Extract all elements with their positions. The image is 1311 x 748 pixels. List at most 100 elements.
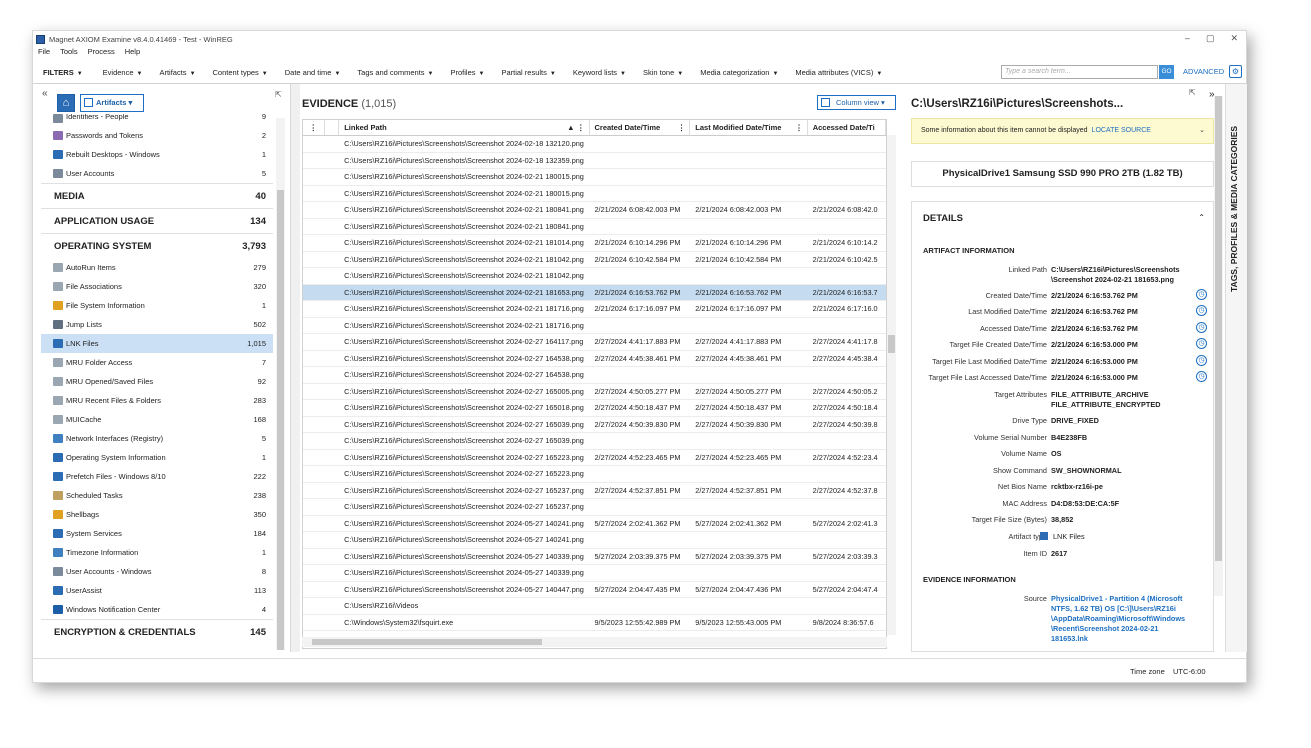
- table-row[interactable]: C:\Users\RZ16i\Pictures\Screenshots\Scre…: [303, 219, 886, 235]
- artifact-item[interactable]: LNK Files 1,015: [41, 334, 273, 353]
- sort-asc-icon[interactable]: ▲: [567, 120, 574, 135]
- artifact-item[interactable]: AutoRun Items 279: [41, 258, 273, 277]
- table-row[interactable]: C:\Users\RZ16i\Pictures\Screenshots\Scre…: [303, 186, 886, 202]
- artifact-item[interactable]: File Associations 320: [41, 277, 273, 296]
- minimize-button[interactable]: –: [1185, 33, 1190, 44]
- collapse-chevron-icon[interactable]: ⌄: [1199, 119, 1205, 143]
- table-row[interactable]: C:\Users\RZ16i\Pictures\Screenshots\Scre…: [303, 318, 886, 334]
- menu-help[interactable]: Help: [125, 47, 140, 61]
- table-row[interactable]: C:\Users\RZ16i\Pictures\Screenshots\Scre…: [303, 582, 886, 598]
- table-row[interactable]: C:\Users\RZ16i\Pictures\Screenshots\Scre…: [303, 400, 886, 417]
- table-row[interactable]: C:\Users\RZ16i\Pictures\Screenshots\Scre…: [303, 301, 886, 318]
- table-row[interactable]: C:\Windows\System32\fsquirt.exe 9/5/2023 …: [303, 615, 886, 631]
- table-row[interactable]: C:\Users\RZ16i\Pictures\Screenshots\Scre…: [303, 367, 886, 384]
- column-menu-icon[interactable]: ⋮: [577, 120, 585, 135]
- artifact-item[interactable]: Network Interfaces (Registry) 5: [41, 429, 273, 448]
- artifact-category[interactable]: MEDIA 40: [41, 183, 273, 208]
- table-row[interactable]: C:\Users\RZ16i\Pictures\Screenshots\Scre…: [303, 532, 886, 549]
- artifact-item[interactable]: MRU Folder Access 7: [41, 353, 273, 372]
- scrollbar-thumb[interactable]: [277, 190, 284, 650]
- artifacts-view-dropdown[interactable]: Artifacts ▾: [80, 94, 144, 112]
- artifact-category[interactable]: OPERATING SYSTEM 3,793: [41, 233, 273, 258]
- timezone-value[interactable]: UTC-6:00: [1173, 667, 1206, 676]
- scrollbar-thumb[interactable]: [312, 639, 542, 645]
- artifact-item[interactable]: MUICache 168: [41, 410, 273, 429]
- filter-content-types[interactable]: Content types ▼: [213, 68, 268, 77]
- artifact-category[interactable]: ENCRYPTION & CREDENTIALS 145: [41, 619, 273, 644]
- artifact-item[interactable]: Passwords and Tokens 2: [41, 126, 273, 145]
- pin-icon[interactable]: ⇱: [1189, 88, 1196, 97]
- menu-tools[interactable]: Tools: [60, 47, 78, 61]
- artifact-item[interactable]: Shellbags 350: [41, 505, 273, 524]
- table-row[interactable]: C:\Users\RZ16i\Videos: [303, 598, 886, 615]
- maximize-button[interactable]: ▢: [1206, 33, 1215, 44]
- filters-dropdown[interactable]: FILTERS ▼: [43, 68, 83, 77]
- table-row[interactable]: C:\Users\RZ16i\Pictures\Screenshots\Scre…: [303, 549, 886, 565]
- column-header-modified[interactable]: Last Modified Date/Time ⋮: [690, 120, 808, 135]
- filter-partial-results[interactable]: Partial results ▼: [501, 68, 555, 77]
- advanced-search-link[interactable]: ADVANCED: [1183, 67, 1224, 76]
- artifact-category[interactable]: APPLICATION USAGE 134: [41, 208, 273, 233]
- advanced-filter-icon[interactable]: ⚙: [1229, 65, 1242, 78]
- filter-evidence[interactable]: Evidence ▼: [103, 68, 143, 77]
- artifact-list-scrollbar[interactable]: [276, 118, 285, 650]
- column-header-linked-path[interactable]: Linked Path ▲ ⋮: [339, 120, 590, 135]
- artifact-item[interactable]: System Services 184: [41, 524, 273, 543]
- table-row[interactable]: C:\Users\RZ16i\Pictures\Screenshots\Scre…: [303, 384, 886, 400]
- artifact-item[interactable]: Operating System Information 1: [41, 448, 273, 467]
- search-input[interactable]: Type a search term...: [1001, 65, 1158, 79]
- artifact-item[interactable]: Jump Lists 502: [41, 315, 273, 334]
- timeline-clock-icon[interactable]: ◷: [1196, 289, 1207, 300]
- filter-media-categorization[interactable]: Media categorization ▼: [700, 68, 778, 77]
- grid-horizontal-scrollbar[interactable]: [302, 637, 887, 647]
- menu-file[interactable]: File: [38, 47, 50, 61]
- timeline-clock-icon[interactable]: ◷: [1196, 355, 1207, 366]
- table-row[interactable]: C:\Users\RZ16i\Pictures\Screenshots\Scre…: [303, 136, 886, 153]
- table-row[interactable]: C:\Users\RZ16i\Pictures\Screenshots\Scre…: [303, 169, 886, 186]
- column-menu-icon[interactable]: ⋮: [795, 120, 803, 135]
- table-row[interactable]: C:\Users\RZ16i\Pictures\Screenshots\Scre…: [303, 433, 886, 450]
- pin-icon[interactable]: ⇱: [275, 90, 282, 99]
- table-row[interactable]: C:\Users\RZ16i\Pictures\Screenshots\Scre…: [303, 202, 886, 219]
- artifact-item[interactable]: User Accounts - Windows 8: [41, 562, 273, 581]
- table-row[interactable]: C:\Users\RZ16i\Pictures\Screenshots\Scre…: [303, 483, 886, 499]
- menu-process[interactable]: Process: [88, 47, 115, 61]
- column-header-created[interactable]: Created Date/Time ⋮: [590, 120, 691, 135]
- artifact-item[interactable]: Timezone Information 1: [41, 543, 273, 562]
- filter-keyword-lists[interactable]: Keyword lists ▼: [573, 68, 626, 77]
- scrollbar-thumb[interactable]: [1215, 96, 1222, 561]
- timeline-clock-icon[interactable]: ◷: [1196, 305, 1207, 316]
- filter-profiles[interactable]: Profiles ▼: [450, 68, 484, 77]
- artifact-item[interactable]: UserAssist 113: [41, 581, 273, 600]
- table-row[interactable]: C:\Users\RZ16i\Pictures\Screenshots\Scre…: [303, 334, 886, 351]
- artifact-item[interactable]: File System Information 1: [41, 296, 273, 315]
- artifact-item[interactable]: MRU Recent Files & Folders 283: [41, 391, 273, 410]
- locate-source-link[interactable]: LOCATE SOURCE: [1092, 127, 1151, 134]
- table-row[interactable]: C:\Users\RZ16i\Pictures\Screenshots\Scre…: [303, 268, 886, 285]
- tags-profiles-rail[interactable]: TAGS, PROFILES & MEDIA CATEGORIES: [1225, 84, 1247, 652]
- timeline-clock-icon[interactable]: ◷: [1196, 322, 1207, 333]
- home-button[interactable]: ⌂: [57, 94, 75, 112]
- table-row[interactable]: C:\Users\RZ16i\Pictures\Screenshots\Scre…: [303, 417, 886, 433]
- collapse-panel-icon[interactable]: «: [42, 88, 48, 99]
- table-row[interactable]: C:\Users\RZ16i\Pictures\Screenshots\Scre…: [303, 450, 886, 466]
- artifact-item[interactable]: Scheduled Tasks 238: [41, 486, 273, 505]
- filter-skin-tone[interactable]: Skin tone ▼: [643, 68, 683, 77]
- table-row[interactable]: C:\Users\RZ16i\Pictures\Screenshots\Scre…: [303, 284, 886, 301]
- close-button[interactable]: ✕: [1230, 33, 1238, 44]
- artifact-item[interactable]: Rebuilt Desktops - Windows 1: [41, 145, 273, 164]
- artifact-item[interactable]: User Accounts 5: [41, 164, 273, 183]
- table-row[interactable]: C:\Users\RZ16i\Pictures\Screenshots\Scre…: [303, 499, 886, 516]
- timeline-clock-icon[interactable]: ◷: [1196, 338, 1207, 349]
- source-link[interactable]: PhysicalDrive1 - Partition 4 (Microsoft N…: [1051, 594, 1191, 644]
- column-menu-icon[interactable]: ⋮: [678, 120, 686, 135]
- row-options-column[interactable]: ⋮: [303, 120, 325, 135]
- table-row[interactable]: C:\Users\RZ16i\Pictures\Screenshots\Scre…: [303, 235, 886, 252]
- table-row[interactable]: C:\Users\RZ16i\Pictures\Screenshots\Scre…: [303, 516, 886, 532]
- go-button[interactable]: GO: [1159, 65, 1174, 79]
- table-row[interactable]: C:\Users\RZ16i\Pictures\Screenshots\Scre…: [303, 565, 886, 582]
- artifact-item[interactable]: Windows Notification Center 4: [41, 600, 273, 619]
- filter-artifacts[interactable]: Artifacts ▼: [159, 68, 195, 77]
- table-row[interactable]: C:\Users\RZ16i\Pictures\Screenshots\Scre…: [303, 252, 886, 268]
- artifact-item[interactable]: Prefetch Files - Windows 8/10 222: [41, 467, 273, 486]
